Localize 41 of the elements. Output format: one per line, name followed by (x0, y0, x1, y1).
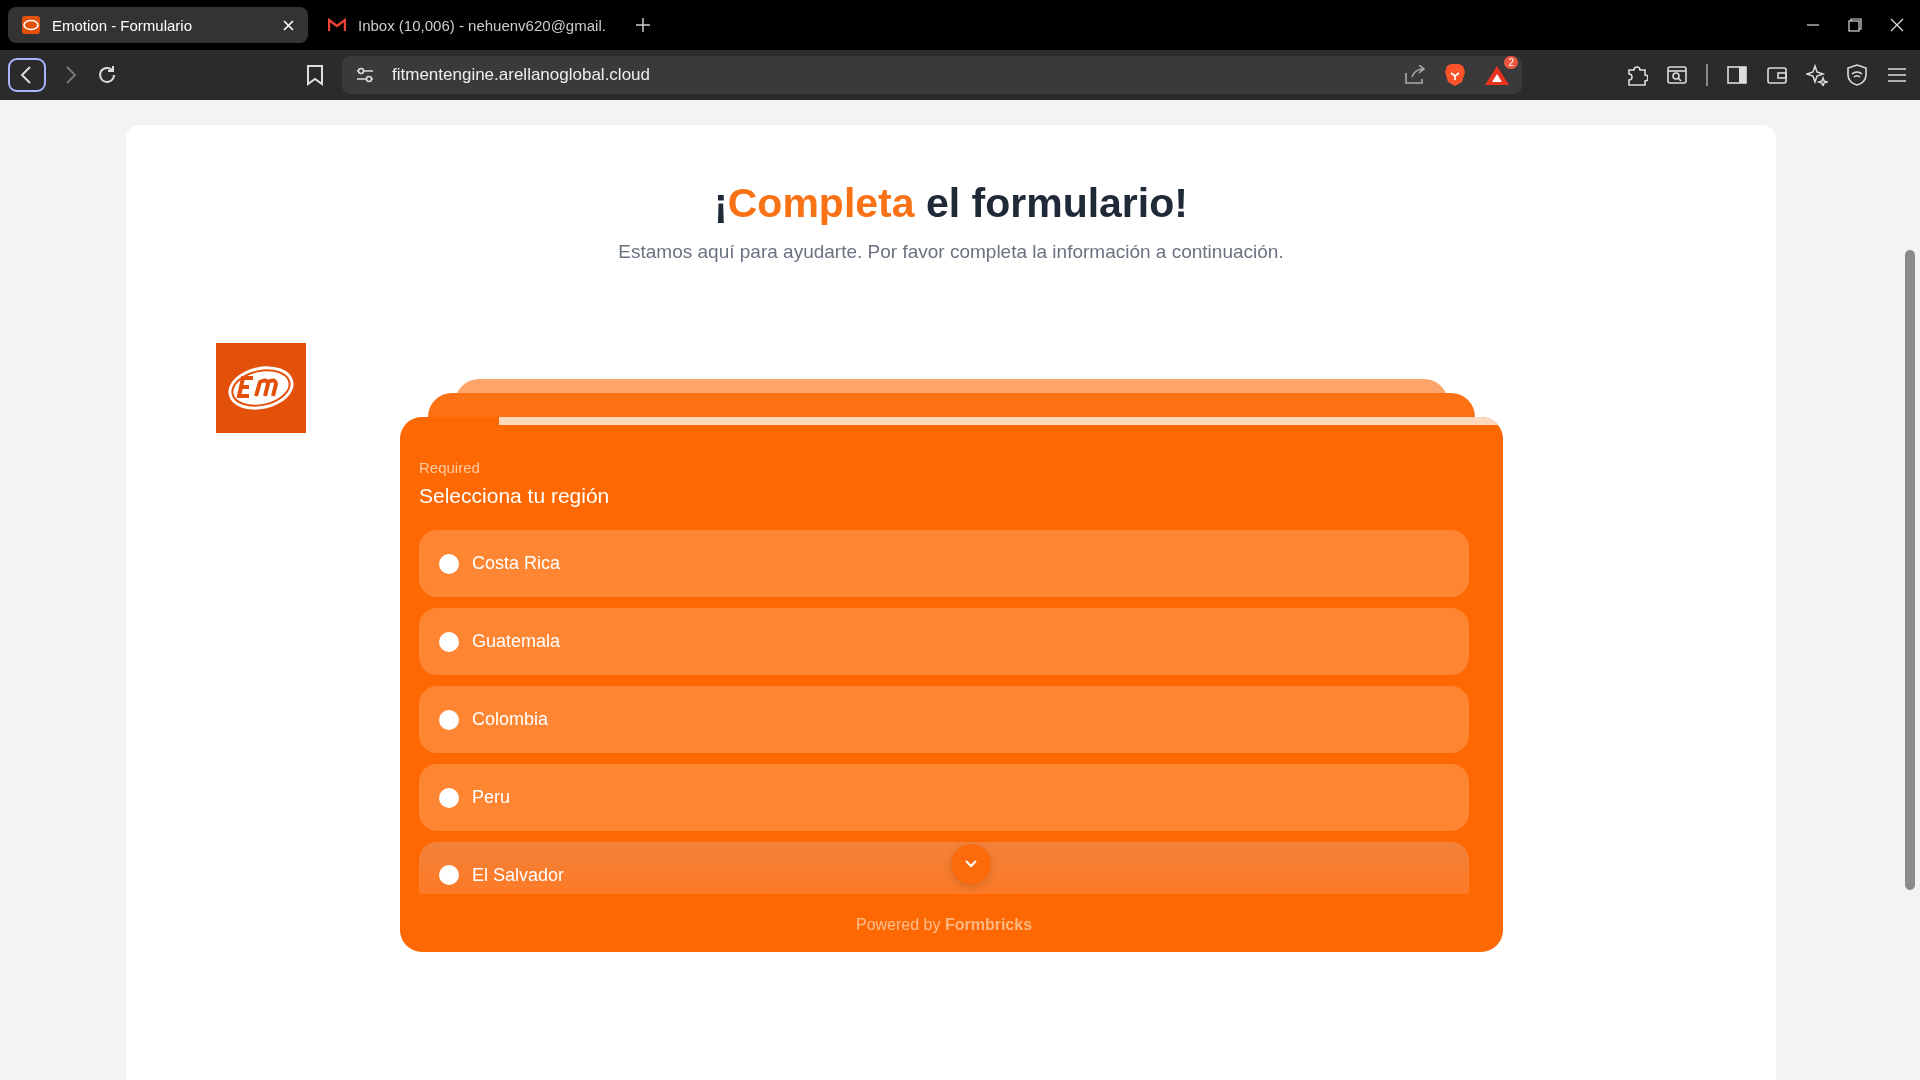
puzzle-icon[interactable] (1626, 64, 1648, 86)
powered-by-text: Powered by Formbricks (854, 916, 1034, 934)
scrollbar-thumb[interactable] (1905, 250, 1915, 890)
browser-tab[interactable]: Inbox (10,006) - nehuenv620@gmail. (314, 7, 620, 43)
close-icon[interactable] (1890, 18, 1904, 32)
address-bar[interactable]: fitmentengine.arellanoglobal.cloud 2 (342, 56, 1522, 94)
radio-button[interactable] (439, 553, 459, 574)
radio-option[interactable]: Costa Rica (419, 530, 1469, 597)
radio-button[interactable] (439, 787, 459, 808)
radio-option[interactable]: El Salvador (419, 842, 1469, 894)
required-label: Required (419, 459, 481, 476)
radio-option[interactable]: Guatemala (419, 608, 1469, 675)
notification-badge: 2 (1504, 56, 1518, 69)
page-heading: ¡Completa el formulario! (714, 180, 1188, 227)
wallet-icon[interactable] (1766, 64, 1788, 86)
forward-icon[interactable] (64, 65, 78, 85)
back-icon[interactable] (8, 58, 46, 92)
share-icon[interactable] (1404, 65, 1426, 85)
reload-icon[interactable] (96, 64, 118, 86)
radio-button[interactable] (439, 709, 459, 730)
page-subtitle: Estamos aquí para ayudarte. Por favor completa la información a continuación. (618, 241, 1284, 263)
sidebar-icon[interactable] (1726, 64, 1748, 86)
site-logo-icon (22, 16, 40, 34)
triangle-icon[interactable] (1484, 64, 1510, 86)
radio-option[interactable]: Peru (419, 764, 1469, 831)
restore-icon[interactable] (1848, 18, 1862, 32)
new-tab-icon[interactable] (635, 18, 650, 32)
chevron-down-icon (964, 859, 978, 869)
radio-option[interactable]: Colombia (419, 686, 1469, 753)
browser-tab[interactable]: Emotion - Formulario (8, 7, 308, 43)
search-window-icon[interactable] (1666, 64, 1688, 86)
vpn-shield-icon[interactable] (1846, 64, 1868, 86)
url-text: fitmentengine.arellanoglobal.cloud (392, 65, 650, 85)
radio-button[interactable] (439, 865, 459, 885)
radio-button[interactable] (439, 631, 459, 652)
sparkle-icon[interactable] (1806, 64, 1828, 86)
site-settings-icon[interactable] (356, 67, 374, 83)
question-text: Selecciona tu región (419, 484, 611, 508)
lion-shield-icon[interactable] (1444, 63, 1466, 87)
mail-icon (328, 18, 346, 32)
bookmark-icon[interactable] (306, 64, 324, 86)
